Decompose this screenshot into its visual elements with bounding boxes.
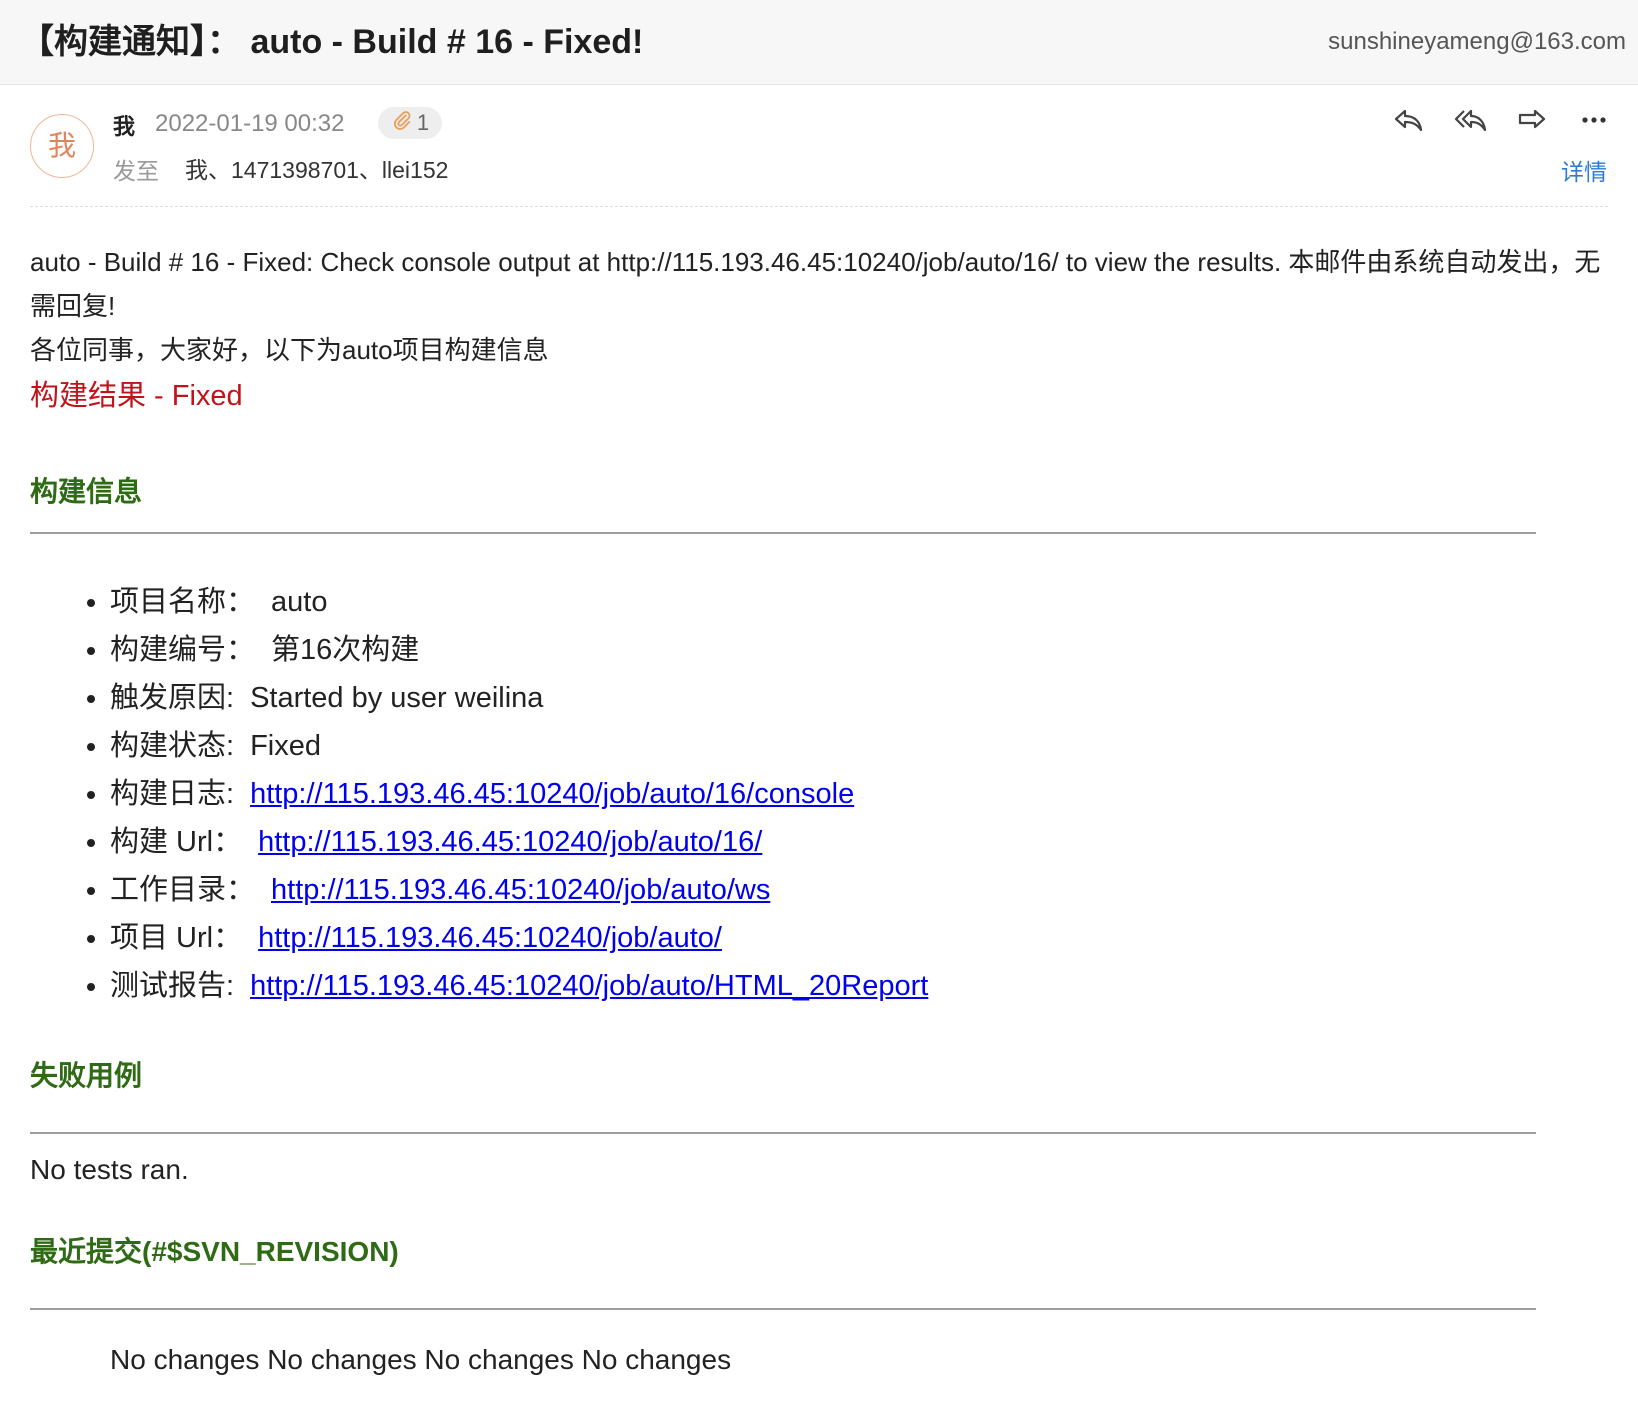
subject-bar: 【构建通知】： auto - Build # 16 - Fixed! sunsh… [0, 0, 1638, 85]
no-tests-text: No tests ran. [30, 1154, 189, 1185]
email-subject: 【构建通知】： auto - Build # 16 - Fixed! [20, 23, 644, 61]
message-actions [1390, 104, 1612, 140]
build-info-item: 项目 Url： http://115.193.46.45:10240/job/au… [110, 914, 1610, 962]
build-info-value: 第16次构建 [271, 634, 420, 666]
section-divider [30, 532, 1536, 534]
forward-button[interactable] [1514, 104, 1550, 140]
attachment-count: 1 [416, 110, 430, 135]
changes-text: No changes No changes No changes No chan… [110, 1344, 732, 1375]
build-info-link[interactable]: http://115.193.46.45:10240/job/auto/HTML… [250, 970, 928, 1002]
more-button[interactable] [1576, 104, 1612, 140]
build-info-link[interactable]: http://115.193.46.45:10240/job/auto/ws [271, 874, 770, 906]
reply-icon [1391, 103, 1425, 142]
details-link[interactable]: 详情 [1561, 153, 1607, 187]
build-info-list: 项目名称： auto 构建编号： 第16次构建触发原因: Started by user… [30, 578, 1610, 1010]
build-info-key: 构建 Url： [110, 826, 243, 858]
sent-date: 2022-01-19 00:32 [155, 110, 345, 137]
section-divider [30, 1132, 1536, 1134]
build-info-item: 工作目录： http://115.193.46.45:10240/job/auto… [110, 866, 1610, 914]
build-info-link[interactable]: http://115.193.46.45:10240/job/auto/ [258, 922, 722, 954]
avatar[interactable]: 我 [30, 114, 94, 178]
paperclip-icon [391, 109, 413, 137]
build-info-value: Fixed [250, 730, 321, 762]
email-body: auto - Build # 16 - Fixed: Check console… [30, 240, 1610, 1376]
sender-name[interactable]: 我 [113, 109, 135, 141]
reply-all-button[interactable] [1452, 104, 1488, 140]
build-info-value: Started by user weilina [250, 682, 544, 714]
build-info-item: 构建编号： 第16次构建 [110, 626, 1610, 674]
failed-cases-title: 失败用例 [30, 1060, 143, 1091]
build-info-key: 构建日志: [110, 778, 235, 810]
recipients[interactable]: 我、1471398701、llei152 [185, 151, 448, 185]
more-icon [1577, 103, 1611, 142]
build-info-item: 构建 Url： http://115.193.46.45:10240/job/au… [110, 818, 1610, 866]
forward-icon [1515, 103, 1549, 142]
build-info-item: 构建状态: Fixed [110, 722, 1610, 770]
build-info-key: 工作目录： [110, 874, 256, 906]
build-info-key: 构建编号： [110, 634, 256, 666]
build-info-item: 触发原因: Started by user weilina [110, 674, 1610, 722]
build-info-key: 项目名称： [110, 586, 256, 618]
intro-text: auto - Build # 16 - Fixed: Check console… [30, 247, 1601, 321]
build-info-item: 构建日志: http://115.193.46.45:10240/job/auto… [110, 770, 1610, 818]
reply-all-icon [1453, 103, 1487, 142]
reply-button[interactable] [1390, 104, 1426, 140]
header-divider [30, 206, 1608, 207]
greeting-text: 各位同事，大家好，以下为auto项目构建信息 [30, 335, 549, 365]
recent-commits-title: 最近提交(#$SVN_REVISION) [30, 1236, 399, 1267]
build-info-key: 触发原因: [110, 682, 235, 714]
build-info-item: 项目名称： auto [110, 578, 1610, 626]
build-result: 构建结果 - Fixed [30, 380, 243, 412]
to-label: 发至 [113, 158, 159, 184]
build-info-link[interactable]: http://115.193.46.45:10240/job/auto/16/ [258, 826, 762, 858]
build-info-value: auto [271, 586, 328, 618]
build-info-key: 构建状态: [110, 730, 235, 762]
build-info-link[interactable]: http://115.193.46.45:10240/job/auto/16/c… [250, 778, 854, 810]
build-info-key: 测试报告: [110, 970, 235, 1002]
attachment-badge[interactable]: 1 [378, 107, 442, 139]
section-divider [30, 1308, 1536, 1310]
build-info-key: 项目 Url： [110, 922, 243, 954]
build-info-title: 构建信息 [30, 476, 143, 507]
account-address: sunshineyameng@163.com [1328, 28, 1626, 55]
build-info-item: 测试报告: http://115.193.46.45:10240/job/auto… [110, 962, 1610, 1010]
